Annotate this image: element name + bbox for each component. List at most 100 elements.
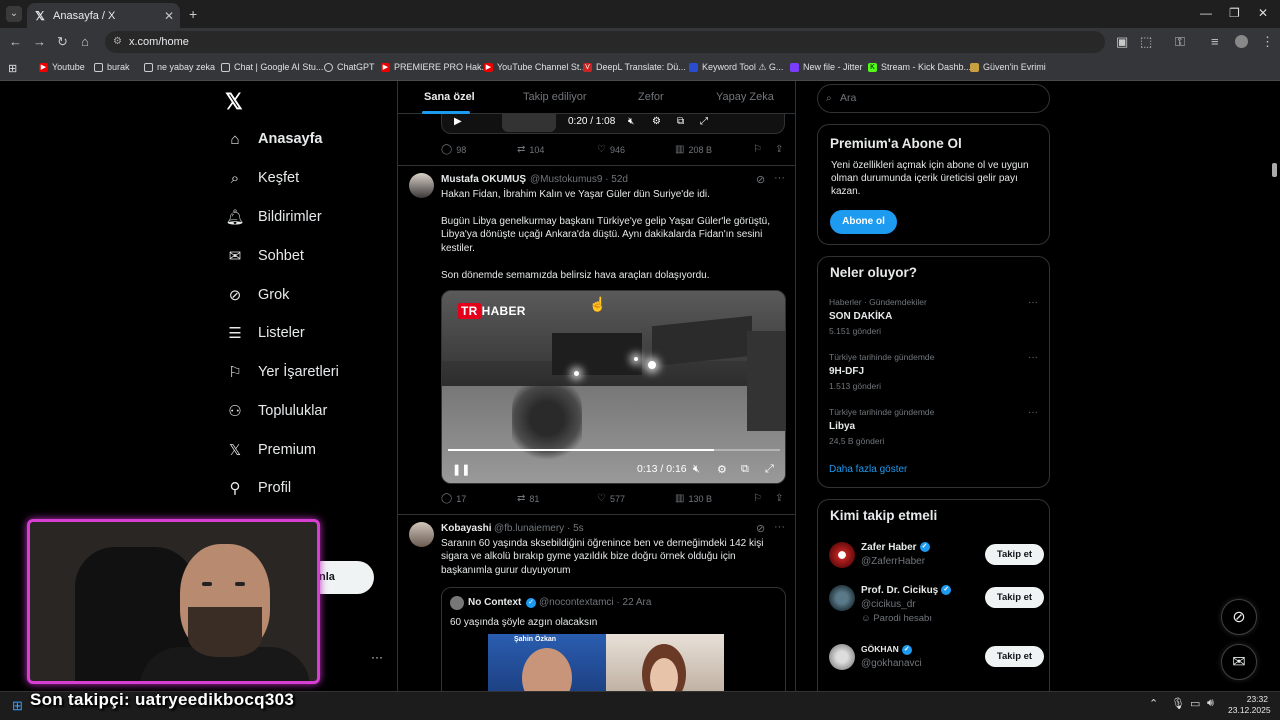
fullscreen-icon[interactable]: ⤢ xyxy=(700,116,708,127)
page-scrollbar[interactable] xyxy=(1272,163,1277,177)
display-icon[interactable]: ▭ xyxy=(1190,697,1200,710)
site-info-icon[interactable]: ⚙ xyxy=(113,31,122,53)
tab-search-icon[interactable]: ⌄ xyxy=(6,6,22,22)
mute-icon[interactable]: 🔇︎ xyxy=(693,463,700,476)
bookmark-premiere[interactable]: ▶ PREMIERE PRO Hak... xyxy=(381,62,489,72)
minimize-icon[interactable]: — xyxy=(1200,6,1212,20)
more-icon[interactable]: ··· xyxy=(774,172,785,184)
bookmark-burak[interactable]: burak xyxy=(94,62,130,72)
bookmark-chatgpt[interactable]: ChatGPT xyxy=(324,62,375,72)
account-more-icon[interactable]: ··· xyxy=(371,650,383,664)
browser-tab[interactable]: 𝕏 Anasayfa / X ✕ xyxy=(27,3,180,28)
post-author-name[interactable]: Kobayashi xyxy=(441,523,492,534)
nav-premium[interactable]: 𝕏 Premium xyxy=(225,440,316,460)
post-author-name[interactable]: Mustafa OKUMUŞ xyxy=(441,174,526,185)
tab-close-icon[interactable]: ✕ xyxy=(164,9,174,23)
nav-communities[interactable]: ⚇ Topluluklar xyxy=(225,401,327,421)
settings-icon[interactable]: ⚙ xyxy=(717,463,727,476)
nav-profile[interactable]: ⚲ Profil xyxy=(225,478,292,498)
search-input[interactable]: ⌕ Ara xyxy=(817,84,1050,113)
bookmark-google-ai[interactable]: Chat | Google AI Stu... xyxy=(221,62,323,72)
follow-suggestion[interactable]: Zafer Haber ✓ @ZaferrHaber Takip et xyxy=(829,540,1044,580)
like-button[interactable]: ♡ 577 xyxy=(597,493,625,504)
tab-for-you[interactable]: Sana özel xyxy=(424,91,475,103)
more-icon[interactable]: ··· xyxy=(774,521,785,533)
more-icon[interactable]: ··· xyxy=(1028,352,1038,363)
reload-icon[interactable]: ↻ xyxy=(57,34,68,50)
follow-button[interactable]: Takip et xyxy=(985,544,1044,565)
bookmark-button[interactable]: ⚐ xyxy=(753,144,766,155)
bookmark-youtube-studio[interactable]: ▶ YouTube Channel St... xyxy=(484,62,587,72)
post-video[interactable]: TR HABER ❚❚ 0:13 / 0:16 🔇︎ ⚙ ⧉ ⤢ xyxy=(441,290,786,484)
tab-yapay-zeka[interactable]: Yapay Zeka xyxy=(716,91,774,103)
nav-bookmarks[interactable]: ⚐ Yer İşaretleri xyxy=(225,362,339,382)
nav-home[interactable]: ⌂ Anasayfa xyxy=(225,129,322,149)
show-more-link[interactable]: Daha fazla göster xyxy=(829,464,907,475)
bookmark-button[interactable]: ⚐ xyxy=(753,493,766,504)
settings-icon[interactable]: ⚙ xyxy=(652,116,661,127)
password-icon[interactable]: ⚿ xyxy=(1175,34,1185,50)
nav-lists[interactable]: ☰ Listeler xyxy=(225,323,304,343)
post-author-handle[interactable]: @fb.lunaiemery · 5s xyxy=(494,523,584,534)
fullscreen-icon[interactable]: ⤢ xyxy=(765,463,774,476)
tray-expand-icon[interactable]: ⌃ xyxy=(1149,697,1158,710)
microphone-icon[interactable]: 🎙︎ xyxy=(1171,697,1185,710)
bookmark-deepl[interactable]: V DeepL Translate: Dü... xyxy=(583,62,686,72)
back-icon[interactable]: ← xyxy=(9,34,22,49)
follow-button[interactable]: Takip et xyxy=(985,587,1044,608)
volume-icon[interactable]: 🔊︎ xyxy=(1207,697,1214,710)
avatar[interactable] xyxy=(409,522,434,547)
grok-fab-icon[interactable]: ⊘ xyxy=(1221,599,1257,635)
share-button[interactable]: ⇪ xyxy=(775,144,787,155)
nav-explore[interactable]: ⌕ Keşfet xyxy=(225,168,299,188)
like-button[interactable]: ♡ 946 xyxy=(597,144,625,155)
views-button[interactable]: ▥ 208 B xyxy=(675,144,712,155)
bookmark-kick[interactable]: K Stream - Kick Dashb... xyxy=(868,62,971,72)
pause-icon[interactable]: ❚❚ xyxy=(452,463,470,476)
avatar[interactable] xyxy=(409,173,434,198)
follow-suggestion[interactable]: GÖKHAN ✓ @gokhanavci Takip et xyxy=(829,642,1044,682)
messages-fab-icon[interactable]: ✉ xyxy=(1221,644,1257,680)
more-icon[interactable]: ··· xyxy=(1028,297,1038,308)
pip-icon[interactable]: ⧉ xyxy=(677,116,684,127)
nav-messages[interactable]: ✉ Sohbet xyxy=(225,246,304,266)
profile-avatar[interactable] xyxy=(1235,35,1248,48)
nav-notifications[interactable]: 🔔︎ Bildirimler xyxy=(225,207,321,227)
reply-button[interactable]: ◯ 98 xyxy=(441,144,466,155)
reply-button[interactable]: ◯ 17 xyxy=(441,493,466,504)
subscribe-button[interactable]: Abone ol xyxy=(830,210,897,234)
repost-button[interactable]: ⇄ 81 xyxy=(517,493,539,504)
apps-icon[interactable]: ⊞ xyxy=(8,62,17,75)
bookmark-jitter[interactable]: New file - Jitter xyxy=(790,62,863,72)
pip-icon[interactable]: ⧉ xyxy=(741,463,749,476)
follow-suggestion[interactable]: Prof. Dr. Cicikuş ✓ @cicikus_dr ☺︎ Parodi… xyxy=(829,583,1044,624)
tab-following[interactable]: Takip ediliyor xyxy=(523,91,587,103)
views-button[interactable]: ▥ 130 B xyxy=(675,493,712,504)
bookmark-keyword-tool[interactable]: Keyword Tool ⚠ G... xyxy=(689,62,783,73)
nav-grok[interactable]: ⊘ Grok xyxy=(225,285,290,305)
trend-item[interactable]: Haberler · Gündemdekiler SON DAKİKA 5.15… xyxy=(829,297,1044,336)
trend-item[interactable]: Türkiye tarihinde gündemde Libya 24,5 B … xyxy=(829,407,1044,446)
x-logo-icon[interactable]: 𝕏 xyxy=(225,89,243,115)
forward-icon[interactable]: → xyxy=(33,34,46,49)
taskbar-clock[interactable]: 23:32 23.12.2025 xyxy=(1228,694,1271,716)
home-icon[interactable]: ⌂ xyxy=(81,34,89,49)
more-icon[interactable]: ··· xyxy=(1028,407,1038,418)
tab-zefor[interactable]: Zefor xyxy=(638,91,664,103)
new-tab-icon[interactable]: + xyxy=(189,6,197,22)
grok-icon[interactable]: ⊘ xyxy=(756,173,765,186)
grok-icon[interactable]: ⊘ xyxy=(756,522,765,535)
video-progress[interactable] xyxy=(448,449,780,451)
menu-icon[interactable]: ⋮ xyxy=(1261,34,1274,50)
address-bar[interactable]: ⚙ x.com/home xyxy=(105,31,1105,53)
post-author-handle[interactable]: @Mustokumus9 · 52d xyxy=(530,174,628,185)
restore-icon[interactable]: ❐ xyxy=(1229,6,1240,20)
media-icon[interactable]: ≡ xyxy=(1211,34,1219,49)
repost-button[interactable]: ⇄ 104 xyxy=(517,144,544,155)
share-button[interactable]: ⇪ xyxy=(775,493,787,504)
puzzle-icon[interactable]: ⬚ xyxy=(1140,34,1152,50)
bookmark-guven[interactable]: Güven'in Evrimi xyxy=(970,62,1046,72)
windows-start-icon[interactable]: ⊞ xyxy=(12,698,23,714)
extension-icon[interactable]: ▣ xyxy=(1116,34,1128,50)
bookmark-youtube[interactable]: ▶ Youtube xyxy=(39,62,85,72)
